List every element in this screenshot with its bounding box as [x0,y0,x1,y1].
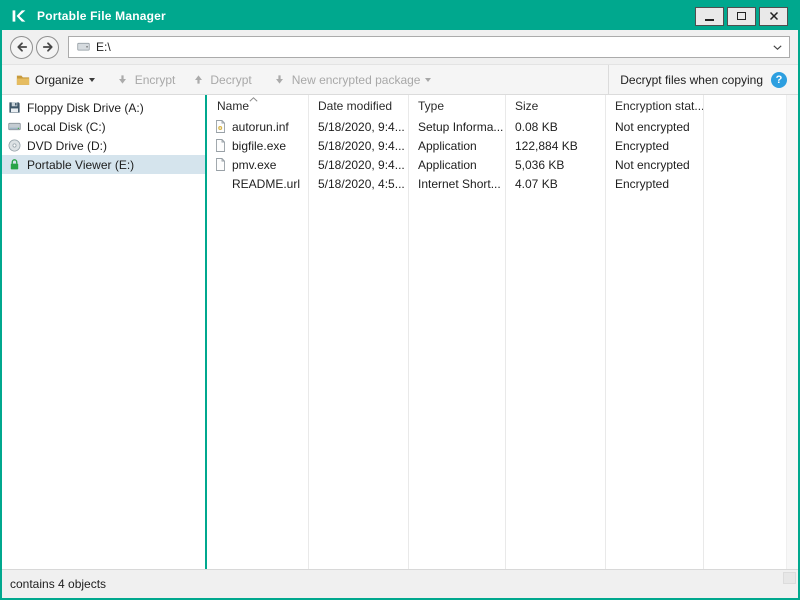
application-file-icon [214,139,227,152]
window-title: Portable File Manager [37,9,166,23]
column-separator [605,95,606,569]
file-encryption-status: Not encrypted [615,157,690,172]
arrow-left-icon [16,42,27,52]
toolbar-right: Decrypt files when copying ? [608,65,798,94]
status-text: contains 4 objects [10,577,107,591]
close-icon [769,11,778,21]
vertical-scrollbar[interactable] [786,95,798,569]
file-date-modified: 5/18/2020, 4:5... [318,176,405,191]
encrypt-label: Encrypt [134,72,176,87]
sidebar-item-dvd-drive-d[interactable]: DVD Drive (D:) [2,136,205,155]
resize-grip[interactable] [783,572,796,584]
kaspersky-logo-icon [11,8,27,24]
portable-file-manager-window: Portable File Manager E:\ Organize Encry… [0,0,800,600]
file-encryption-status: Encrypted [615,176,670,191]
address-bar[interactable]: E:\ [68,36,790,58]
decrypt-label: Decrypt [210,72,252,87]
forward-button[interactable] [36,35,59,59]
file-name: README.url [232,176,301,191]
column-separator [408,95,409,569]
window-controls [695,6,788,26]
new-encrypted-package-button[interactable]: New encrypted package [265,65,440,94]
package-arrow-down-icon [273,73,287,87]
file-list-header: Name Date modified Type Size Encryption … [207,95,798,117]
organize-label: Organize [35,72,84,87]
file-row[interactable]: bigfile.exe 5/18/2020, 9:4... Applicatio… [207,136,798,155]
file-name: autorun.inf [232,119,289,134]
file-type: Setup Informa... [418,119,504,134]
chevron-down-icon[interactable] [773,44,782,50]
status-bar: contains 4 objects [2,569,798,598]
close-button[interactable] [759,6,788,26]
hard-disk-icon [7,120,21,134]
drive-tree: Floppy Disk Drive (A:) Local Disk (C:) D… [2,95,205,569]
sidebar-item-label: DVD Drive (D:) [27,138,107,153]
file-row[interactable]: pmv.exe 5/18/2020, 9:4... Application 5,… [207,155,798,174]
content-area: Floppy Disk Drive (A:) Local Disk (C:) D… [2,95,798,569]
file-encryption-status: Encrypted [615,138,670,153]
address-text: E:\ [96,40,111,54]
sidebar-item-portable-viewer-e[interactable]: Portable Viewer (E:) [2,155,205,174]
sidebar-item-label: Portable Viewer (E:) [27,157,135,172]
encrypt-button[interactable]: Encrypt [108,65,184,94]
minimize-button[interactable] [695,6,724,26]
sidebar-item-floppy-drive-a[interactable]: Floppy Disk Drive (A:) [2,98,205,117]
column-header-type[interactable]: Type [408,99,505,117]
sort-ascending-icon [249,97,258,102]
file-row[interactable]: README.url 5/18/2020, 4:5... Internet Sh… [207,174,798,193]
new-encrypted-package-label: New encrypted package [291,72,421,87]
file-size: 4.07 KB [515,176,558,191]
organize-dropdown-icon [88,77,95,82]
file-name: bigfile.exe [232,138,287,153]
toolbar-left: Organize Encrypt Decrypt New encrypted p… [2,65,439,94]
arrow-right-icon [42,42,53,52]
help-icon[interactable]: ? [771,71,787,88]
file-date-modified: 5/18/2020, 9:4... [318,119,405,134]
navigation-bar: E:\ [2,30,798,64]
column-header-date-modified[interactable]: Date modified [308,99,408,117]
sidebar-item-local-disk-c[interactable]: Local Disk (C:) [2,117,205,136]
organize-button[interactable]: Organize [8,65,103,94]
column-separator [703,95,704,569]
back-button[interactable] [10,35,33,59]
file-type: Application [418,138,477,153]
column-separator [505,95,506,569]
dvd-disc-icon [7,139,21,153]
file-row[interactable]: autorun.inf 5/18/2020, 9:4... Setup Info… [207,117,798,136]
file-size: 5,036 KB [515,157,565,172]
decrypt-arrow-up-icon [191,73,205,87]
file-date-modified: 5/18/2020, 9:4... [318,157,405,172]
sidebar-item-label: Local Disk (C:) [27,119,106,134]
decrypt-button[interactable]: Decrypt [183,65,259,94]
maximize-button[interactable] [727,6,756,26]
new-package-dropdown-icon [425,77,432,82]
drive-icon [76,40,90,54]
file-encryption-status: Not encrypted [615,119,690,134]
minimize-icon [705,18,714,21]
encrypt-arrow-down-icon [116,73,130,87]
file-type: Application [418,157,477,172]
application-file-icon [214,158,227,171]
toolbar: Organize Encrypt Decrypt New encrypted p… [2,64,798,95]
green-lock-icon [7,158,21,172]
file-type: Internet Short... [418,176,501,191]
blank-file-icon [214,177,227,190]
column-header-size[interactable]: Size [505,99,605,117]
decrypt-when-copying-label: Decrypt files when copying [620,72,763,87]
maximize-icon [737,12,746,20]
file-size: 122,884 KB [515,138,578,153]
titlebar: Portable File Manager [2,2,798,30]
file-list-pane: Name Date modified Type Size Encryption … [207,95,798,569]
column-header-encryption-status[interactable]: Encryption stat... [605,99,703,117]
floppy-disk-icon [7,101,21,115]
column-separator [308,95,309,569]
file-size: 0.08 KB [515,119,558,134]
file-date-modified: 5/18/2020, 9:4... [318,138,405,153]
folder-icon [16,73,30,87]
setup-information-file-icon [214,120,227,133]
sidebar-item-label: Floppy Disk Drive (A:) [27,100,144,115]
file-name: pmv.exe [232,157,277,172]
